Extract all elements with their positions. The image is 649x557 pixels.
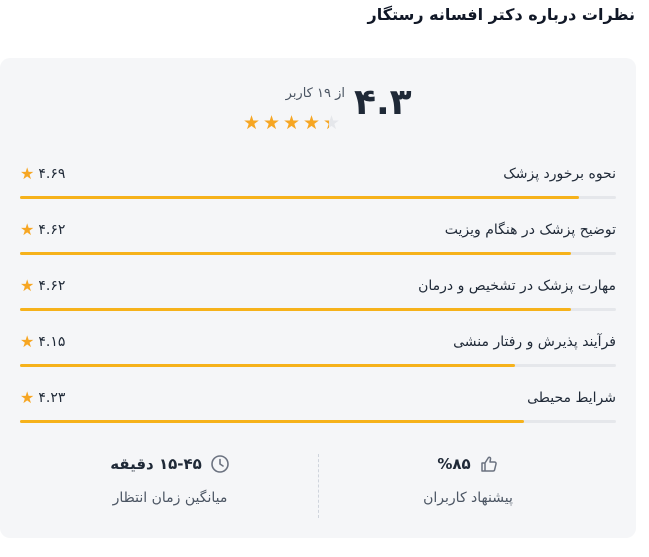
star-icon: ★★ bbox=[303, 112, 321, 134]
clock-icon bbox=[210, 454, 230, 474]
reviewer-count: از ۱۹ کاربر bbox=[285, 86, 345, 101]
rating-value: ۴.۱۵ bbox=[38, 334, 66, 350]
rating-value: ۴.۶۲ bbox=[38, 222, 66, 238]
star-icon: ★ bbox=[20, 220, 35, 239]
doctor-stats: ۱۵-۴۵ دقیقه میانگین زمان انتظار %۸۵ پیشن… bbox=[0, 450, 636, 520]
rating-bar-fill bbox=[20, 308, 571, 311]
star-icon: ★★ bbox=[243, 112, 261, 134]
rating-bar-fill bbox=[20, 252, 571, 255]
ratings-card: ۴.۳ از ۱۹ کاربر ★★★★★★★★★★ نحوه برخورد پ… bbox=[0, 58, 636, 538]
rating-breakdown: نحوه برخورد پزشک ★ ۴.۶۹ توضیح پزشک در هن… bbox=[20, 158, 616, 438]
overall-stars: ★★★★★★★★★★ bbox=[243, 114, 342, 133]
rating-summary: ۴.۳ از ۱۹ کاربر ★★★★★★★★★★ bbox=[0, 82, 636, 142]
rating-label: فرآیند پذیرش و رفتار منشی bbox=[453, 334, 616, 350]
rating-label: شرایط محیطی bbox=[527, 390, 616, 406]
star-icon: ★ bbox=[20, 276, 35, 295]
star-icon: ★ bbox=[20, 332, 35, 351]
recommend-value: %۸۵ bbox=[437, 455, 471, 473]
wait-time-stat: ۱۵-۴۵ دقیقه میانگین زمان انتظار bbox=[20, 450, 320, 506]
overall-score: ۴.۳ bbox=[354, 82, 412, 123]
star-icon: ★★ bbox=[263, 112, 281, 134]
rating-bar bbox=[20, 196, 616, 199]
star-icon: ★★ bbox=[323, 112, 341, 134]
thumbs-up-icon bbox=[479, 454, 499, 474]
recommend-stat: %۸۵ پیشنهاد کاربران bbox=[318, 450, 618, 506]
rating-score: ★ ۴.۶۹ bbox=[20, 164, 66, 183]
rating-score: ★ ۴.۲۳ bbox=[20, 388, 66, 407]
rating-bar bbox=[20, 252, 616, 255]
star-icon: ★ bbox=[20, 388, 35, 407]
star-icon: ★ bbox=[20, 164, 35, 183]
rating-value: ۴.۲۳ bbox=[38, 390, 66, 406]
rating-value: ۴.۶۹ bbox=[38, 166, 66, 182]
rating-label: نحوه برخورد پزشک bbox=[503, 166, 616, 182]
wait-time-value: ۱۵-۴۵ دقیقه bbox=[110, 455, 202, 473]
rating-score: ★ ۴.۶۲ bbox=[20, 220, 66, 239]
rating-row: فرآیند پذیرش و رفتار منشی ★ ۴.۱۵ bbox=[20, 326, 616, 382]
section-title: نظرات درباره دکتر افسانه رستگار bbox=[367, 5, 635, 24]
rating-score: ★ ۴.۱۵ bbox=[20, 332, 66, 351]
star-icon: ★★ bbox=[283, 112, 301, 134]
rating-row: نحوه برخورد پزشک ★ ۴.۶۹ bbox=[20, 158, 616, 214]
wait-time-label: میانگین زمان انتظار bbox=[112, 490, 228, 506]
rating-score: ★ ۴.۶۲ bbox=[20, 276, 66, 295]
rating-bar-fill bbox=[20, 420, 525, 423]
rating-label: مهارت پزشک در تشخیص و درمان bbox=[418, 278, 616, 294]
rating-label: توضیح پزشک در هنگام ویزیت bbox=[444, 222, 616, 238]
rating-value: ۴.۶۲ bbox=[38, 278, 66, 294]
rating-bar-fill bbox=[20, 196, 580, 199]
rating-row: توضیح پزشک در هنگام ویزیت ★ ۴.۶۲ bbox=[20, 214, 616, 270]
recommend-label: پیشنهاد کاربران bbox=[423, 490, 513, 506]
rating-bar bbox=[20, 364, 616, 367]
rating-bar bbox=[20, 420, 616, 423]
rating-row: مهارت پزشک در تشخیص و درمان ★ ۴.۶۲ bbox=[20, 270, 616, 326]
rating-row: شرایط محیطی ★ ۴.۲۳ bbox=[20, 382, 616, 438]
rating-bar bbox=[20, 308, 616, 311]
rating-bar-fill bbox=[20, 364, 515, 367]
